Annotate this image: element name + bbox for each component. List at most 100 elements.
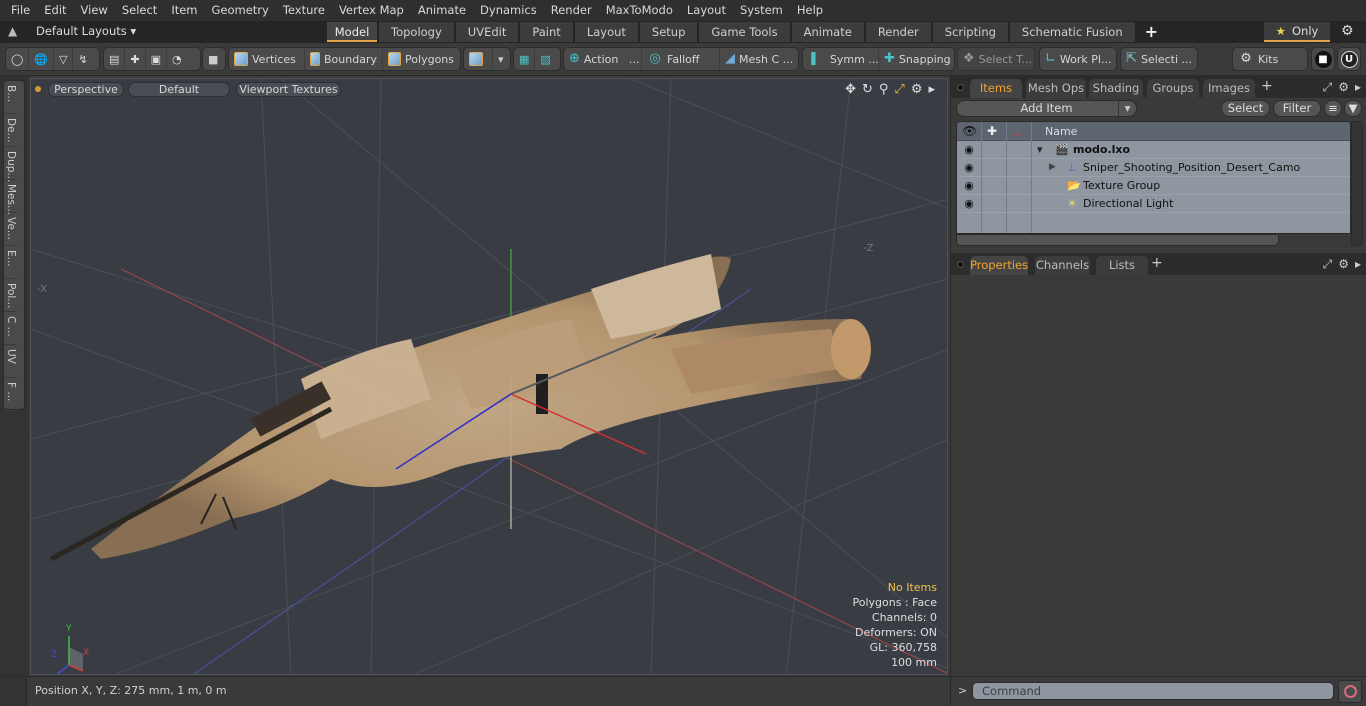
vtab-curve[interactable]: C ... <box>4 312 17 345</box>
tab-mesh-ops[interactable]: Mesh Ops <box>1026 79 1086 98</box>
tab-layout[interactable]: Layout <box>574 22 638 42</box>
item-cube-dropdown[interactable]: ▾ <box>463 47 511 71</box>
pen-tool-icon[interactable]: ▽ <box>54 48 74 70</box>
action-button[interactable]: ⊕ Action ... <box>564 48 642 70</box>
tab-topology[interactable]: Topology <box>379 22 454 42</box>
symmetry-button[interactable]: ❚ Symm ... <box>803 48 879 70</box>
menu-dynamics[interactable]: Dynamics <box>473 0 544 21</box>
eye-icon[interactable]: ◉ <box>962 197 976 211</box>
add-properties-tab-icon[interactable]: + <box>1151 255 1163 271</box>
menu-edit[interactable]: Edit <box>37 0 73 21</box>
menu-file[interactable]: File <box>4 0 37 21</box>
eye-icon[interactable]: ◉ <box>962 161 976 175</box>
tab-uvedit[interactable]: UVEdit <box>455 22 519 42</box>
menu-select[interactable]: Select <box>115 0 164 21</box>
view-mode-dropdown[interactable]: Perspective <box>48 82 124 97</box>
tab-groups[interactable]: Groups <box>1147 79 1199 98</box>
gear-icon[interactable]: ⚙ <box>1341 23 1354 39</box>
vtab-vertex[interactable]: Ve... <box>4 213 17 246</box>
item-row[interactable]: ◉ ☀ Directional Light <box>957 195 1350 213</box>
circle-select-icon[interactable]: ◯ <box>6 48 30 70</box>
tab-model[interactable]: Model <box>327 22 377 42</box>
center-icon[interactable]: ▧ <box>535 48 555 70</box>
viewport-gear-icon[interactable]: ⚙ <box>911 82 923 97</box>
tab-paint[interactable]: Paint <box>520 22 573 42</box>
add-tab-icon[interactable]: + <box>1137 22 1158 42</box>
only-toggle[interactable]: ★ Only <box>1264 22 1330 42</box>
add-panel-tab-icon[interactable]: + <box>1261 78 1273 94</box>
tab-channels[interactable]: Channels <box>1035 256 1090 275</box>
select-through-button[interactable]: ❖ Select T... <box>957 47 1035 71</box>
vtab-edge[interactable]: E... <box>4 246 17 279</box>
tab-properties[interactable]: Properties <box>970 256 1028 275</box>
tab-scripting[interactable]: Scripting <box>932 22 1008 42</box>
viewport-expand-arrow-icon[interactable]: ▸ <box>928 82 935 97</box>
expand-arrow-icon[interactable]: ▶ <box>1049 162 1056 172</box>
item-row[interactable]: ◉ ▶ ⊥ Sniper_Shooting_Position_Desert_Ca… <box>957 159 1350 177</box>
lock-column-icon[interactable]: ✚ <box>987 124 997 138</box>
menu-system[interactable]: System <box>733 0 790 21</box>
selection-sets-button[interactable]: ⇱ Selecti ... <box>1120 47 1198 71</box>
menu-animate[interactable]: Animate <box>411 0 473 21</box>
kits-button[interactable]: ⚙ Kits <box>1232 47 1308 71</box>
menu-maxtomodo[interactable]: MaxToModo <box>599 0 680 21</box>
collapse-arrow-icon[interactable]: ▲ <box>8 24 17 38</box>
frame-icon[interactable]: ▣ <box>146 48 168 70</box>
visibility-column-icon[interactable]: 👁 <box>962 124 977 138</box>
unreal-button[interactable]: U <box>1337 47 1361 71</box>
lasso-icon[interactable]: ↯ <box>73 48 92 70</box>
funnel-filter-icon[interactable]: ▼ <box>1344 100 1362 117</box>
panel-dot-icon[interactable] <box>957 84 964 91</box>
name-column-header[interactable]: Name <box>1045 125 1077 138</box>
shading-dropdown[interactable]: Default <box>128 82 230 97</box>
eye-icon[interactable]: ◉ <box>962 143 976 157</box>
layouts-dropdown[interactable]: Default Layouts ▾ <box>36 24 136 38</box>
falloff-button[interactable]: ◎ Falloff <box>642 48 720 70</box>
panel-dot-icon[interactable] <box>957 261 964 268</box>
pivot-icon[interactable]: ▦ <box>514 48 536 70</box>
filter-button[interactable]: Filter <box>1273 100 1321 117</box>
vtab-deform[interactable]: De... <box>4 114 17 147</box>
panel-gear-icon[interactable]: ⚙ <box>1338 80 1349 95</box>
item-row[interactable]: ◉ ▾ 🎬 modo.lxo <box>957 141 1350 159</box>
menu-item[interactable]: Item <box>164 0 204 21</box>
menu-layout[interactable]: Layout <box>680 0 733 21</box>
select-button[interactable]: Select <box>1221 100 1270 117</box>
viewport-textures-dropdown[interactable]: Viewport Textures <box>236 82 341 97</box>
list-options-icon[interactable]: ≡ <box>1324 100 1342 117</box>
vtab-duplicate[interactable]: Dup... <box>4 147 17 182</box>
snapping-button[interactable]: ✚ Snapping <box>879 48 955 70</box>
boundary-button[interactable]: Boundary <box>305 48 383 70</box>
panel-arrow-icon[interactable]: ▸ <box>1355 257 1361 272</box>
menu-vertex-map[interactable]: Vertex Map <box>332 0 411 21</box>
expand-triangle-icon[interactable]: ▾ <box>1037 143 1043 156</box>
orbit-icon[interactable]: ↻ <box>862 82 873 97</box>
vtab-polygon[interactable]: Pol... <box>4 279 17 312</box>
menu-help[interactable]: Help <box>790 0 830 21</box>
globe-icon[interactable]: 🌐 <box>29 48 55 70</box>
pan-icon[interactable]: ✥ <box>845 82 856 97</box>
tab-render[interactable]: Render <box>865 22 931 42</box>
item-list-vertical-scrollbar[interactable] <box>1351 121 1363 246</box>
menu-geometry[interactable]: Geometry <box>205 0 276 21</box>
vtab-fusion[interactable]: F ... <box>4 378 17 411</box>
fit-view-icon[interactable]: ⤢ <box>894 82 904 97</box>
vertices-button[interactable]: Vertices <box>229 48 305 70</box>
menu-texture[interactable]: Texture <box>276 0 332 21</box>
locator-column-icon[interactable]: ⊥ <box>1012 124 1022 138</box>
item-row[interactable]: ◉ 📂 Texture Group <box>957 177 1350 195</box>
item-mode-button[interactable]: ■ <box>202 47 226 71</box>
tab-shading[interactable]: Shading <box>1089 79 1143 98</box>
tab-lists[interactable]: Lists <box>1096 256 1148 275</box>
eye-icon[interactable]: ◉ <box>962 179 976 193</box>
polygons-button[interactable]: Polygons <box>383 48 459 70</box>
vtab-uv[interactable]: UV <box>4 345 17 378</box>
tab-setup[interactable]: Setup <box>639 22 698 42</box>
viewport-status-dot[interactable] <box>35 86 41 92</box>
maximize-icon[interactable]: ⤢ <box>1323 80 1333 95</box>
mesh-constraint-button[interactable]: ◢ Mesh C ... <box>720 48 798 70</box>
vtab-mesh-edit[interactable]: Mes... <box>4 180 17 215</box>
add-item-dropdown[interactable]: Add Item ▾ <box>956 100 1137 117</box>
3d-viewport[interactable]: -X -Z Y X Z Perspective Default Viewport… <box>30 78 948 675</box>
panel-arrow-icon[interactable]: ▸ <box>1355 80 1361 95</box>
